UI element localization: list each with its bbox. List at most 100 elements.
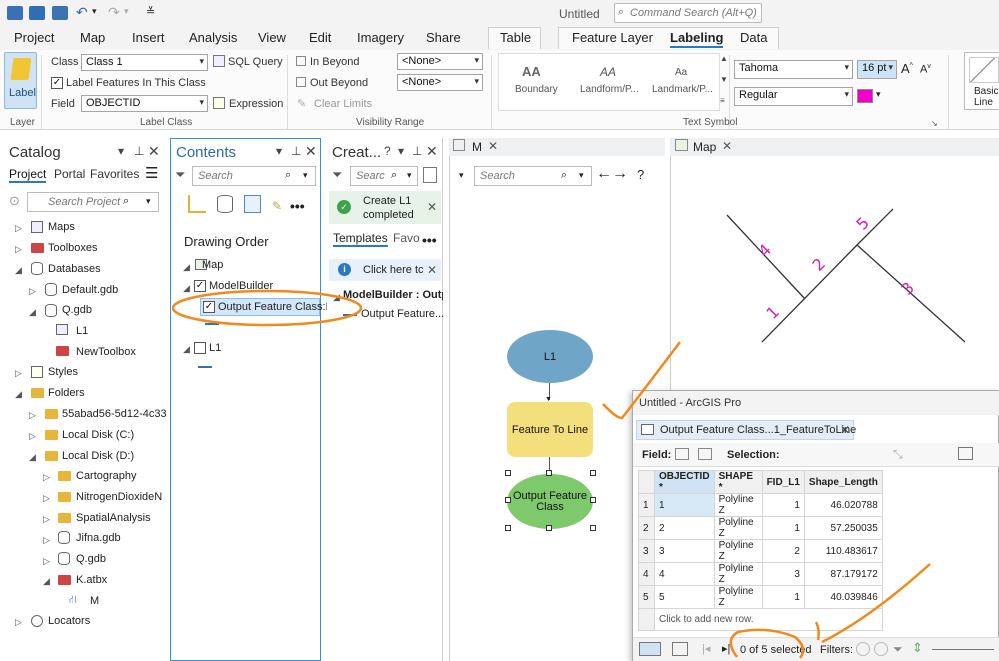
catalog-close-icon[interactable]: ✕ [148, 143, 160, 160]
collapse-icon[interactable]: ◢ [183, 262, 190, 273]
cell-fid-l1[interactable]: 1 [761, 516, 805, 540]
selection-handle[interactable] [590, 497, 596, 503]
expand-icon[interactable]: ▷ [15, 244, 22, 255]
selection-handle[interactable] [546, 470, 552, 476]
table-row[interactable]: 4 4 Polyline Z 3 87.179172 [638, 562, 883, 586]
catalog-item-databases[interactable]: Databases [48, 263, 101, 275]
attribute-table-close-icon[interactable]: ✕ [840, 423, 850, 437]
create-close-icon[interactable]: ✕ [426, 143, 438, 160]
field-select[interactable]: OBJECTID [81, 95, 208, 112]
in-beyond-select[interactable]: <None> [397, 53, 483, 70]
font-name-select[interactable]: Tahoma [734, 60, 853, 79]
cell-objectid[interactable]: 3 [654, 539, 715, 563]
text-symbol-launcher-icon[interactable]: ↘ [931, 119, 938, 128]
catalog-item-folder-55abad56[interactable]: 55abad56-5d12-4c33 [62, 408, 167, 420]
catalog-menu-icon[interactable]: ☰ [145, 164, 158, 182]
output-fc-visibility-checkbox[interactable]: ✓ [203, 301, 215, 313]
style-landmark[interactable]: Landmark/P... [652, 84, 713, 95]
zoom-to-selection-icon[interactable]: ⤡ [893, 447, 903, 462]
last-record-icon[interactable]: ▸| [722, 642, 730, 655]
redo-icon[interactable]: ↷ [108, 4, 120, 21]
table-row[interactable]: 1 1 Polyline Z 1 46.020788 [638, 493, 883, 517]
row-number[interactable]: 2 [638, 516, 655, 540]
model-search-input[interactable]: Search ⌕ ▾ [474, 166, 592, 186]
sql-query-button[interactable]: SQL Query [228, 56, 283, 68]
redo-dropdown-icon[interactable]: ▾ [124, 6, 129, 17]
selection-handle[interactable] [505, 497, 511, 503]
contents-modelbuilder[interactable]: ModelBuilder [209, 280, 273, 292]
catalog-item-m[interactable]: M [90, 595, 99, 607]
selection-handle[interactable] [546, 525, 552, 531]
show-selected-records-icon[interactable] [672, 642, 688, 656]
model-node-feature-to-line[interactable]: Feature To Line [507, 402, 593, 457]
catalog-search-input[interactable]: Search Project ⌕ ▾ [27, 192, 159, 212]
catalog-item-k-atbx[interactable]: K.atbx [76, 574, 107, 586]
collapse-icon[interactable]: ◢ [29, 307, 36, 318]
edit-icon[interactable]: ✎ [272, 199, 282, 213]
column-objectid[interactable]: OBJECTID * [654, 470, 715, 494]
expand-icon[interactable]: ▷ [29, 431, 36, 442]
catalog-item-styles[interactable]: Styles [48, 366, 78, 378]
model-node-l1[interactable]: L1 [507, 330, 593, 383]
dismiss-info-icon[interactable]: ✕ [427, 263, 437, 277]
zoom-slider[interactable] [932, 649, 994, 650]
cell-objectid[interactable]: 5 [654, 585, 715, 609]
expand-icon[interactable]: ▷ [43, 472, 50, 483]
catalog-item-cartography[interactable]: Cartography [76, 470, 137, 482]
table-row[interactable]: 3 3 Polyline Z 2 110.483617 [638, 539, 883, 563]
navigate-forward-icon[interactable]: → [612, 165, 628, 183]
font-color-swatch[interactable] [857, 89, 873, 103]
list-by-source-icon[interactable] [217, 195, 233, 213]
create-search-input[interactable]: Searc ⌕ ▾ [350, 166, 418, 186]
catalog-item-q-gdb-d[interactable]: Q.gdb [76, 553, 106, 565]
collapse-icon[interactable]: ◢ [183, 283, 190, 294]
contents-close-icon[interactable]: ✕ [305, 143, 317, 160]
model-tab[interactable]: M [472, 140, 482, 154]
increase-font-size-icon[interactable]: A^ [901, 61, 913, 76]
table-row[interactable]: 2 2 Polyline Z 1 57.250035 [638, 516, 883, 540]
catalog-item-locators[interactable]: Locators [48, 615, 90, 627]
catalog-item-local-disk-d[interactable]: Local Disk (D:) [62, 450, 134, 462]
style-boundary[interactable]: Boundary [515, 84, 558, 95]
selection-handle[interactable] [590, 470, 596, 476]
contents-options-icon[interactable]: ▾ [276, 144, 282, 158]
list-by-selection-icon[interactable] [244, 195, 261, 213]
contents-output-feature-class[interactable]: Output Feature Class:L [218, 301, 332, 313]
out-beyond-select[interactable]: <None> [397, 74, 483, 91]
collapse-icon[interactable]: ◢ [333, 292, 340, 303]
command-search-input[interactable]: ⌕ Command Search (Alt+Q) [614, 3, 762, 23]
modelbuilder-visibility-checkbox[interactable]: ✓ [194, 280, 206, 292]
filter-icon[interactable]: ⏷ [175, 167, 185, 183]
dismiss-notice-icon[interactable]: ✕ [427, 200, 437, 214]
tab-imagery[interactable]: Imagery [357, 30, 404, 45]
add-row[interactable]: Click to add new row. [638, 608, 883, 631]
expand-icon[interactable]: ▷ [15, 368, 22, 379]
filter-icon[interactable]: ⏷ [893, 642, 903, 657]
cell-fid-l1[interactable]: 1 [761, 585, 805, 609]
back-icon[interactable]: ⊙ [9, 193, 20, 209]
chevron-down-icon[interactable]: ▾ [459, 170, 464, 181]
expand-icon[interactable]: ▷ [43, 535, 50, 546]
catalog-tab-project[interactable]: Project [9, 167, 47, 183]
tab-templates[interactable]: Templates [333, 231, 388, 247]
help-icon[interactable]: ? [384, 144, 391, 158]
help-icon[interactable]: ? [637, 167, 644, 182]
catalog-item-folders[interactable]: Folders [48, 387, 85, 399]
info-text[interactable]: Click here tc [363, 264, 424, 276]
l1-visibility-checkbox[interactable] [194, 342, 206, 354]
tab-project[interactable]: Project [14, 30, 54, 45]
cell-shape[interactable]: Polyline Z [713, 539, 763, 563]
font-color-dropdown-icon[interactable]: ▾ [876, 89, 881, 100]
catalog-item-jifna-gdb[interactable]: Jifna.gdb [76, 532, 121, 544]
expand-icon[interactable]: ▷ [29, 286, 36, 297]
first-record-icon[interactable]: |◂ [702, 642, 710, 655]
expand-icon[interactable]: ▷ [43, 514, 50, 525]
cell-shape[interactable]: Polyline Z [713, 516, 763, 540]
create-options-icon[interactable]: ▾ [398, 144, 404, 158]
more-options-icon[interactable]: ••• [290, 198, 305, 214]
cell-shape-length[interactable]: 46.020788 [803, 493, 883, 517]
show-all-records-icon[interactable] [639, 642, 661, 656]
cell-shape-length[interactable]: 40.039846 [803, 585, 883, 609]
style-landmark-preview[interactable]: Aa [675, 67, 687, 78]
catalog-options-icon[interactable]: ▾ [118, 144, 124, 158]
